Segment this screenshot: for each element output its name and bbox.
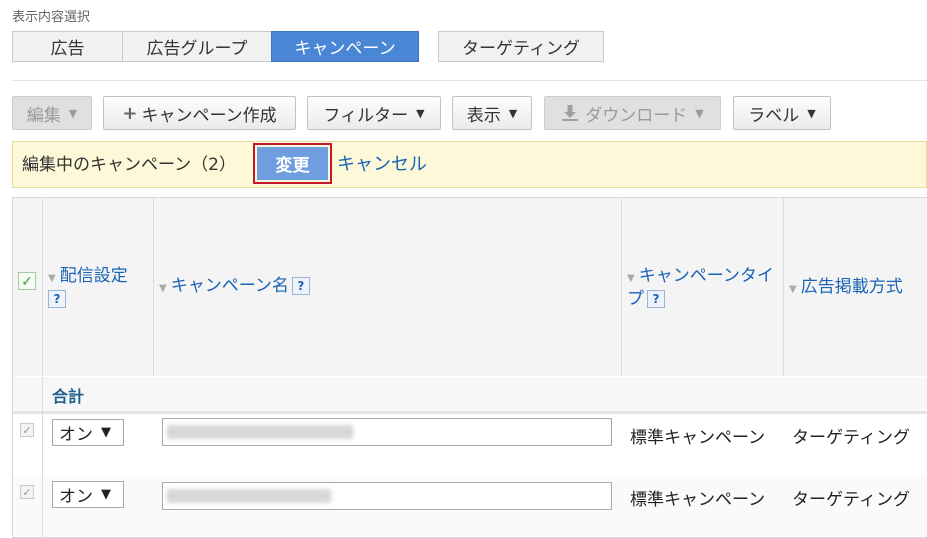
dropdown-arrow-icon: ▼: [101, 487, 111, 502]
campaign-name-input[interactable]: [162, 482, 612, 510]
total-label: 合計: [52, 387, 85, 406]
editing-campaigns-text: 編集中のキャンペーン（2）: [22, 155, 236, 175]
header-campaign-type[interactable]: ▼ キャンペーンタイプ?: [627, 266, 777, 310]
select-all-checkbox[interactable]: ✓: [18, 272, 36, 290]
sort-icon: ▼: [789, 284, 797, 295]
column-divider: [42, 198, 43, 376]
label-button[interactable]: ラベル ▼: [733, 96, 831, 130]
delivery-status-select[interactable]: オン ▼: [52, 481, 124, 508]
help-icon[interactable]: ?: [647, 290, 665, 308]
dropdown-arrow-icon: ▼: [68, 106, 78, 120]
create-campaign-label: キャンペーン作成: [141, 105, 277, 126]
row-checkbox[interactable]: ✓: [20, 423, 34, 437]
divider: [12, 80, 927, 81]
column-divider: [621, 198, 622, 376]
redacted-text: [167, 425, 353, 439]
campaign-type-cell: 標準キャンペーン: [630, 490, 766, 510]
column-divider: [42, 377, 43, 538]
help-icon[interactable]: ?: [291, 277, 310, 295]
header-delivery[interactable]: ▼ 配信設定 ?: [48, 266, 148, 310]
dropdown-arrow-icon: ▼: [416, 106, 425, 120]
dropdown-arrow-icon: ▼: [807, 106, 816, 120]
header-campaign-name[interactable]: ▼ キャンペーン名?: [159, 276, 459, 299]
delivery-status-value: オン: [59, 425, 93, 445]
column-divider: [783, 198, 784, 376]
tab-targeting[interactable]: ターゲティング: [438, 31, 604, 62]
create-campaign-button[interactable]: + キャンペーン作成: [103, 96, 296, 130]
delivery-status-select[interactable]: オン ▼: [52, 419, 124, 446]
label-button-label: ラベル: [748, 105, 800, 126]
header-campaign-name-label: キャンペーン名: [170, 276, 289, 296]
change-button-label: 変更: [257, 147, 328, 180]
filter-button-label: フィルター: [323, 105, 409, 126]
view-selection-label: 表示内容選択: [12, 10, 91, 25]
change-button[interactable]: 変更: [253, 143, 332, 184]
campaign-type-cell: 標準キャンペーン: [630, 428, 766, 448]
delivery-status-value: オン: [59, 487, 93, 507]
edit-button-label: 編集: [26, 105, 61, 126]
sort-icon: ▼: [48, 273, 56, 284]
tab-ads[interactable]: 広告: [12, 31, 123, 62]
edit-button[interactable]: 編集 ▼: [12, 96, 92, 130]
tab-ad-groups[interactable]: 広告グループ: [122, 31, 272, 62]
download-button[interactable]: ダウンロード ▼: [544, 96, 721, 130]
dropdown-arrow-icon: ▼: [101, 425, 111, 440]
tab-campaigns[interactable]: キャンペーン: [271, 31, 419, 62]
plus-icon: +: [122, 102, 138, 124]
column-divider: [153, 198, 154, 376]
header-placement-label: 広告掲載方式: [800, 277, 903, 297]
header-delivery-label: 配信設定: [59, 266, 128, 286]
dropdown-arrow-icon: ▼: [508, 106, 518, 120]
cancel-link[interactable]: キャンセル: [337, 150, 427, 176]
header-placement[interactable]: ▼ 広告掲載方式: [789, 277, 927, 300]
placement-cell: ターゲティング: [792, 428, 910, 448]
redacted-text: [167, 489, 331, 503]
dropdown-arrow-icon: ▼: [695, 106, 704, 120]
campaign-name-input[interactable]: [162, 418, 612, 446]
placement-cell: ターゲティング: [792, 490, 910, 510]
display-button[interactable]: 表示 ▼: [452, 96, 532, 130]
download-icon: [562, 105, 579, 121]
sort-icon: ▼: [159, 283, 167, 294]
filter-button[interactable]: フィルター ▼: [307, 96, 441, 130]
download-button-label: ダウンロード: [585, 105, 688, 126]
display-button-label: 表示: [466, 105, 501, 126]
row-checkbox[interactable]: ✓: [20, 485, 34, 499]
help-icon[interactable]: ?: [48, 290, 66, 308]
sort-icon: ▼: [627, 273, 635, 284]
